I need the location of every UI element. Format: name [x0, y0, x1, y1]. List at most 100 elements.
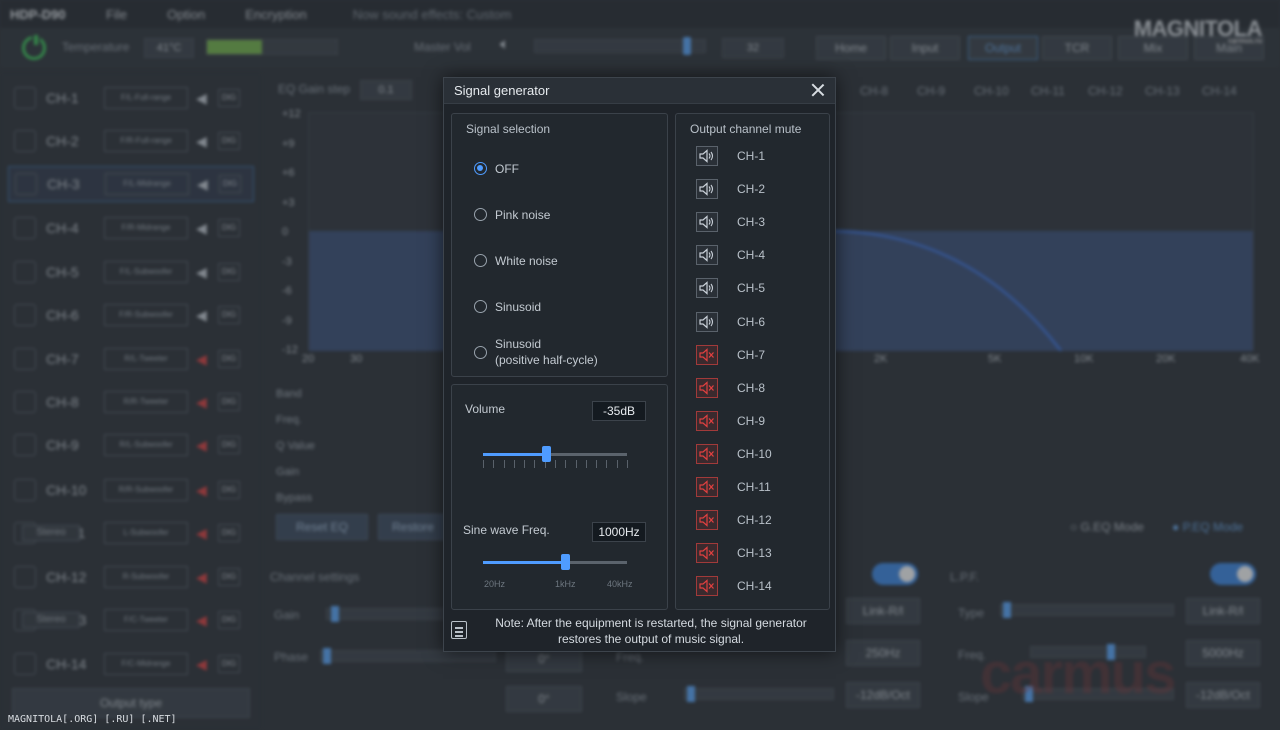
speaker-icon[interactable] — [696, 311, 718, 332]
stereo-link-badge[interactable]: Stereo — [22, 612, 80, 628]
sine-freq-value[interactable]: 1000Hz — [592, 522, 646, 542]
radio-dot[interactable] — [474, 300, 487, 313]
speaker-muted-icon[interactable]: ◀ — [196, 612, 212, 629]
channel-settings-icon[interactable] — [14, 261, 36, 283]
phase-invert-button[interactable]: DIG — [218, 89, 240, 107]
channel-row[interactable]: CH-1 F/L-Full-range ◀ DIG — [8, 80, 254, 116]
menu-option[interactable]: Option — [167, 7, 205, 22]
speaker-muted-icon[interactable] — [696, 477, 718, 497]
signal-option-radio[interactable]: OFF — [474, 161, 519, 177]
eq-channel-check[interactable]: CH-9 — [917, 84, 945, 98]
eq-channel-check[interactable]: CH-13 — [1145, 84, 1180, 98]
phase-invert-button[interactable]: DIG — [218, 524, 240, 542]
power-icon[interactable] — [22, 33, 46, 60]
speaker-muted-icon[interactable]: ◀ — [196, 482, 212, 499]
speaker-muted-icon[interactable] — [696, 344, 718, 365]
channel-settings-icon[interactable] — [15, 173, 37, 195]
channel-type-button[interactable]: F/L-Subwoofer — [104, 261, 188, 283]
radio-dot[interactable] — [474, 208, 487, 221]
speaker-muted-icon[interactable]: ◀ — [196, 525, 212, 542]
phase-invert-button[interactable]: DIG — [218, 655, 240, 673]
phase-invert-button[interactable]: DIG — [218, 481, 240, 499]
speaker-icon[interactable] — [696, 179, 718, 200]
eq-channel-check[interactable]: CH-11 — [1031, 84, 1065, 98]
nav-input-button[interactable]: Input — [890, 36, 960, 60]
speaker-muted-icon[interactable]: ◀ — [196, 437, 212, 454]
phase-180-button[interactable]: 0° — [506, 686, 582, 712]
master-vol-slider[interactable] — [534, 37, 706, 55]
channel-row[interactable]: CH-7 R/L-Tweeter ◀ DIG — [8, 341, 254, 377]
lpf-freq-value[interactable]: 5000Hz — [1186, 640, 1260, 666]
hpf-link-button[interactable]: Link-R/l — [846, 598, 920, 624]
sine-freq-slider-track[interactable] — [483, 561, 627, 564]
master-vol-value[interactable]: 32 — [722, 38, 784, 58]
phase-invert-button[interactable]: DIG — [219, 175, 241, 193]
speaker-muted-icon[interactable] — [696, 410, 718, 431]
speaker-muted-icon[interactable]: ◀ — [196, 394, 212, 411]
radio-dot[interactable] — [474, 254, 487, 267]
signal-option-radio[interactable]: Pink noise — [474, 207, 550, 223]
channel-row[interactable]: CH-12 R-Subwoofer ◀ DIG — [8, 559, 254, 595]
eq-channel-check[interactable]: CH-14 — [1202, 84, 1237, 98]
channel-type-button[interactable]: R/R-Tweeter — [104, 391, 188, 413]
channel-settings-icon[interactable] — [14, 479, 36, 501]
channel-row[interactable]: CH-6 F/R-Subwoofer ◀ DIG — [8, 297, 254, 333]
nav-home-button[interactable]: Home — [816, 36, 886, 60]
hpf-slope-slider[interactable] — [684, 686, 834, 702]
stereo-link-badge[interactable]: Stereo — [22, 525, 80, 541]
volume-slider-track[interactable] — [483, 453, 627, 456]
channel-settings-icon[interactable] — [14, 566, 36, 588]
lpf-link-button[interactable]: Link-R/l — [1186, 598, 1260, 624]
radio-dot[interactable] — [474, 346, 487, 359]
channel-settings-icon[interactable] — [14, 348, 36, 370]
speaker-muted-icon[interactable] — [696, 443, 718, 464]
channel-type-button[interactable]: F/L-Midrange — [105, 173, 189, 195]
sine-freq-slider-thumb[interactable] — [560, 554, 570, 570]
speaker-icon[interactable] — [696, 212, 718, 233]
channel-type-button[interactable]: F/C-Tweeter — [104, 609, 188, 631]
lpf-toggle[interactable] — [1210, 563, 1256, 585]
channel-type-button[interactable]: F/R-Full-range — [104, 130, 188, 152]
channel-type-button[interactable]: F/R-Midrange — [104, 217, 188, 239]
phase-invert-button[interactable]: DIG — [218, 568, 240, 586]
speaker-muted-icon[interactable]: ◀ — [196, 351, 212, 368]
channel-type-button[interactable]: F/C-Midrange — [104, 653, 188, 675]
speaker-icon[interactable]: ◀ — [196, 264, 212, 281]
speaker-muted-icon[interactable] — [696, 543, 718, 564]
lpf-type-slider[interactable] — [1000, 602, 1174, 618]
channel-row[interactable]: CH-4 F/R-Midrange ◀ DIG — [8, 210, 254, 246]
channel-type-button[interactable]: R-Subwoofer — [104, 566, 188, 588]
channel-settings-icon[interactable] — [14, 653, 36, 675]
speaker-icon[interactable]: ◀ — [196, 307, 212, 324]
channel-settings-icon[interactable] — [14, 434, 36, 456]
peq-mode-radio[interactable]: ● P.EQ Mode — [1172, 520, 1243, 534]
eq-channel-check[interactable]: CH-10 — [974, 84, 1009, 98]
channel-settings-icon[interactable] — [14, 130, 36, 152]
channel-type-button[interactable]: F/R-Subwoofer — [104, 304, 188, 326]
channel-row[interactable]: CH-14 F/C-Midrange ◀ DIG — [8, 646, 254, 682]
channel-row[interactable]: CH-10 R/R-Subwoofer ◀ DIG — [8, 472, 254, 508]
phase-invert-button[interactable]: DIG — [218, 393, 240, 411]
speaker-muted-icon[interactable]: ◀ — [196, 569, 212, 586]
phase-invert-button[interactable]: DIG — [218, 263, 240, 281]
channel-row[interactable]: CH-9 R/L-Subwoofer ◀ DIG — [8, 427, 254, 463]
speaker-icon[interactable] — [696, 245, 718, 266]
channel-settings-icon[interactable] — [14, 391, 36, 413]
channel-row[interactable]: CH-3 F/L-Midrange ◀ DIG — [8, 166, 254, 202]
channel-type-button[interactable]: R/L-Tweeter — [104, 348, 188, 370]
nav-tcr-button[interactable]: TCR — [1042, 36, 1112, 60]
eq-gain-step-select[interactable]: 0.1 — [360, 80, 412, 100]
channel-type-button[interactable]: L-Subwoofer — [104, 522, 188, 544]
speaker-icon[interactable]: ◀ — [196, 90, 212, 107]
radio-dot[interactable] — [474, 162, 487, 175]
restore-button[interactable]: Restore — [378, 514, 448, 540]
channel-type-button[interactable]: R/R-Subwoofer — [104, 479, 188, 501]
volume-value[interactable]: -35dB — [592, 401, 646, 421]
phase-invert-button[interactable]: DIG — [218, 306, 240, 324]
hpf-freq-value[interactable]: 250Hz — [846, 640, 920, 666]
speaker-icon[interactable]: ◀ — [196, 220, 212, 237]
close-icon[interactable] — [809, 81, 827, 99]
speaker-muted-icon[interactable] — [696, 377, 718, 398]
channel-row[interactable]: CH-2 F/R-Full-range ◀ DIG — [8, 123, 254, 159]
speaker-icon[interactable]: 🔈︎ — [500, 36, 510, 54]
